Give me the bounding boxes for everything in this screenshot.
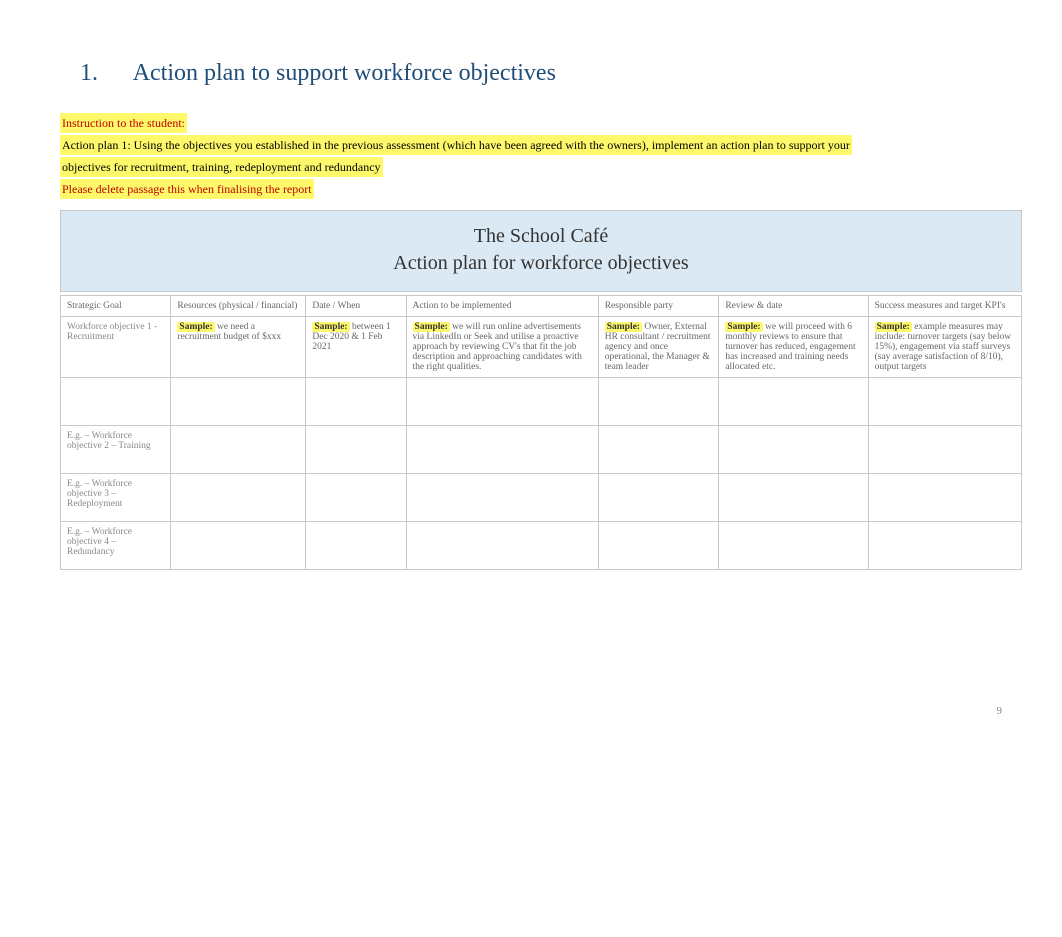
cell-responsible: Sample: Owner, External HR consultant / …: [598, 317, 719, 378]
table-row: E.g. – Workforce objective 2 – Training: [61, 426, 1022, 474]
cell-empty: [306, 378, 406, 426]
cell-goal: Workforce objective 1 - Recruitment: [61, 317, 171, 378]
cell-empty: [868, 378, 1021, 426]
cell-empty: [719, 426, 868, 474]
th-action: Action to be implemented: [406, 296, 598, 317]
cell-empty: [598, 474, 719, 522]
title-box: The School Café Action plan for workforc…: [60, 210, 1022, 292]
cell-empty: [171, 378, 306, 426]
cell-empty: [171, 522, 306, 570]
cell-empty: [719, 522, 868, 570]
th-resources: Resources (physical / financial): [171, 296, 306, 317]
cell-review: Sample: we will proceed with 6 monthly r…: [719, 317, 868, 378]
document-page: 1. Action plan to support workforce obje…: [0, 0, 1062, 610]
cell-empty: [306, 522, 406, 570]
cell-empty: [868, 522, 1021, 570]
heading-number: 1.: [80, 60, 128, 87]
cell-empty: [306, 474, 406, 522]
cell-empty: [406, 378, 598, 426]
instructions-block: Instruction to the student: Action plan …: [60, 112, 1022, 200]
title-line1: The School Café: [69, 225, 1013, 248]
instr-line3: objectives for recruitment, training, re…: [60, 157, 383, 177]
cell-date: Sample: between 1 Dec 2020 & 1 Feb 2021: [306, 317, 406, 378]
cell-empty: [868, 474, 1021, 522]
th-responsible: Responsible party: [598, 296, 719, 317]
cell-goal: E.g. – Workforce objective 3 – Redeploym…: [61, 474, 171, 522]
section-heading: 1. Action plan to support workforce obje…: [80, 60, 1022, 87]
cell-empty: [306, 426, 406, 474]
instr-line4: Please delete passage this when finalisi…: [60, 179, 314, 199]
cell-goal: E.g. – Workforce objective 4 – Redundanc…: [61, 522, 171, 570]
th-success: Success measures and target KPI's: [868, 296, 1021, 317]
cell-empty: [171, 426, 306, 474]
table-row: [61, 378, 1022, 426]
action-plan-table: Strategic Goal Resources (physical / fin…: [60, 295, 1022, 570]
title-line2: Action plan for workforce objectives: [69, 252, 1013, 275]
cell-success: Sample: example measures may include: tu…: [868, 317, 1021, 378]
instr-line1: Instruction to the student:: [60, 113, 187, 133]
cell-empty: [719, 474, 868, 522]
cell-empty: [598, 426, 719, 474]
cell-empty: [598, 378, 719, 426]
th-goal: Strategic Goal: [61, 296, 171, 317]
table-row: E.g. – Workforce objective 3 – Redeploym…: [61, 474, 1022, 522]
table-row: E.g. – Workforce objective 4 – Redundanc…: [61, 522, 1022, 570]
cell-empty: [406, 474, 598, 522]
cell-empty: [171, 474, 306, 522]
table-header-row: Strategic Goal Resources (physical / fin…: [61, 296, 1022, 317]
heading-text: Action plan to support workforce objecti…: [133, 60, 556, 86]
cell-empty: [406, 426, 598, 474]
page-number: 9: [997, 705, 1003, 717]
table-row-example: Workforce objective 1 - Recruitment Samp…: [61, 317, 1022, 378]
cell-empty: [868, 426, 1021, 474]
cell-empty: [598, 522, 719, 570]
th-date: Date / When: [306, 296, 406, 317]
cell-empty: [719, 378, 868, 426]
cell-action: Sample: we will run online advertisement…: [406, 317, 598, 378]
cell-goal: [61, 378, 171, 426]
instr-line2: Action plan 1: Using the objectives you …: [60, 135, 852, 155]
cell-resources: Sample: we need a recruitment budget of …: [171, 317, 306, 378]
cell-goal: E.g. – Workforce objective 2 – Training: [61, 426, 171, 474]
th-review: Review & date: [719, 296, 868, 317]
action-plan-table-wrap: Strategic Goal Resources (physical / fin…: [60, 295, 1022, 570]
cell-empty: [406, 522, 598, 570]
